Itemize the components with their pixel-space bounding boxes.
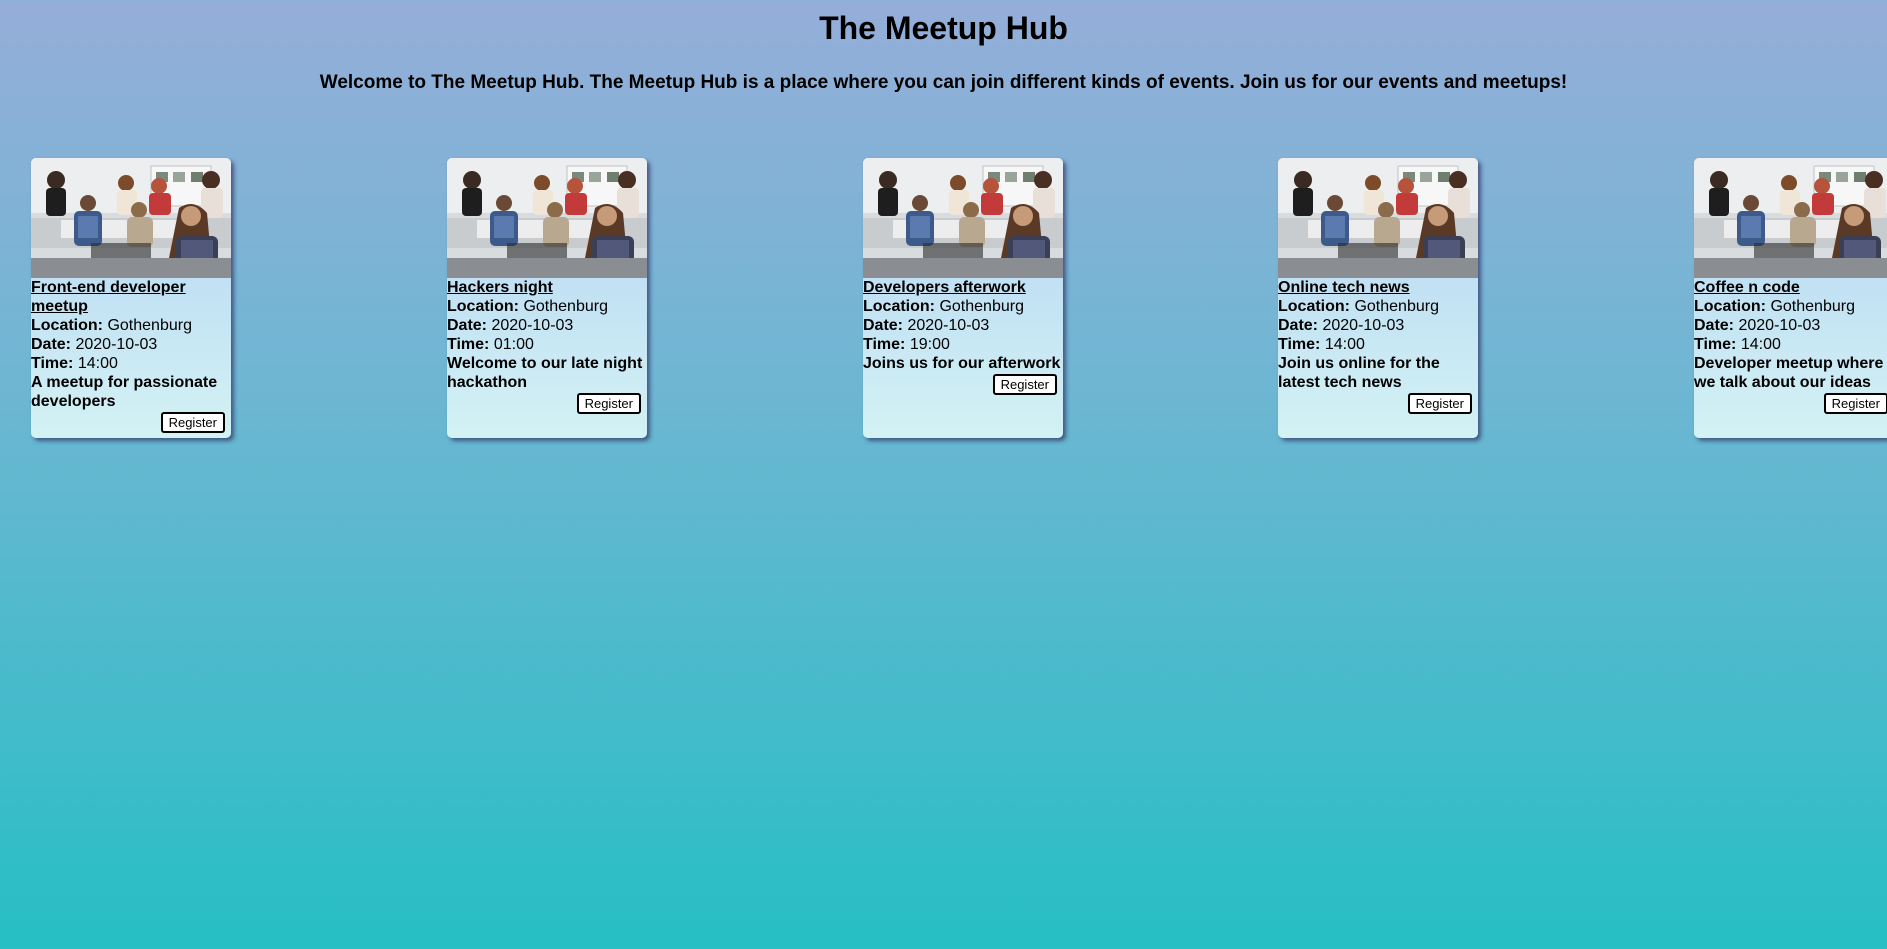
time-value: 14:00 xyxy=(77,355,118,372)
event-time: Time: 14:00 xyxy=(1278,335,1478,354)
location-value: Gothenburg xyxy=(107,317,192,334)
event-time: Time: 19:00 xyxy=(863,335,1063,354)
date-value: 2020-10-03 xyxy=(1738,317,1821,334)
event-time: Time: 14:00 xyxy=(1694,335,1887,354)
time-value: 01:00 xyxy=(493,336,534,353)
event-photo xyxy=(1694,158,1887,278)
event-time: Time: 14:00 xyxy=(31,354,231,373)
intro-text: Welcome to The Meetup Hub. The Meetup Hu… xyxy=(319,72,1568,93)
date-value: 2020-10-03 xyxy=(491,317,574,334)
time-label: Time: xyxy=(31,355,74,372)
location-value: Gothenburg xyxy=(1770,298,1855,315)
event-photo xyxy=(1278,158,1478,278)
location-value: Gothenburg xyxy=(1354,298,1439,315)
event-date: Date: 2020-10-03 xyxy=(447,316,647,335)
event-time: Time: 01:00 xyxy=(447,335,647,354)
event-photo xyxy=(447,158,647,278)
date-label: Date: xyxy=(31,336,72,353)
location-value: Gothenburg xyxy=(523,298,608,315)
register-button[interactable]: Register xyxy=(576,393,641,414)
event-card: Online tech news Location: Gothenburg Da… xyxy=(1278,158,1478,438)
register-button[interactable]: Register xyxy=(1823,393,1887,414)
time-value: 19:00 xyxy=(909,336,950,353)
event-date: Date: 2020-10-03 xyxy=(1278,316,1478,335)
event-description: Join us online for the latest tech news xyxy=(1278,355,1440,391)
event-photo xyxy=(863,158,1063,278)
event-location: Location: Gothenburg xyxy=(863,297,1063,316)
event-card: Hackers night Location: Gothenburg Date:… xyxy=(447,158,647,438)
location-value: Gothenburg xyxy=(939,298,1024,315)
date-value: 2020-10-03 xyxy=(1322,317,1405,334)
page-title: The Meetup Hub xyxy=(819,10,1068,46)
event-description: A meetup for passionate developers xyxy=(31,374,218,410)
event-list: Front-end developer meetup Location: Got… xyxy=(0,158,1887,448)
event-title-link[interactable]: Coffee n code xyxy=(1694,278,1887,297)
time-value: 14:00 xyxy=(1740,336,1781,353)
event-date: Date: 2020-10-03 xyxy=(31,335,231,354)
location-label: Location: xyxy=(1694,298,1766,315)
time-label: Time: xyxy=(1278,336,1321,353)
event-location: Location: Gothenburg xyxy=(31,316,231,335)
event-description: Joins us for our afterwork xyxy=(863,355,1061,372)
date-label: Date: xyxy=(1278,317,1319,334)
time-label: Time: xyxy=(447,336,490,353)
event-location: Location: Gothenburg xyxy=(1694,297,1887,316)
event-title-link[interactable]: Developers afterwork xyxy=(863,278,1063,297)
event-date: Date: 2020-10-03 xyxy=(863,316,1063,335)
event-location: Location: Gothenburg xyxy=(447,297,647,316)
event-card: Coffee n code Location: Gothenburg Date:… xyxy=(1694,158,1887,438)
event-title-link[interactable]: Hackers night xyxy=(447,278,647,297)
event-card: Front-end developer meetup Location: Got… xyxy=(31,158,231,438)
location-label: Location: xyxy=(1278,298,1350,315)
register-button[interactable]: Register xyxy=(160,412,225,433)
event-photo xyxy=(31,158,231,278)
date-label: Date: xyxy=(863,317,904,334)
register-button[interactable]: Register xyxy=(1407,393,1472,414)
register-button[interactable]: Register xyxy=(992,374,1057,395)
date-value: 2020-10-03 xyxy=(75,336,158,353)
date-value: 2020-10-03 xyxy=(907,317,990,334)
event-title-link[interactable]: Online tech news xyxy=(1278,278,1478,297)
time-label: Time: xyxy=(863,336,906,353)
location-label: Location: xyxy=(863,298,935,315)
event-description: Developer meetup where we talk about our… xyxy=(1694,355,1884,391)
event-card: Developers afterwork Location: Gothenbur… xyxy=(863,158,1063,438)
event-location: Location: Gothenburg xyxy=(1278,297,1478,316)
event-title-link[interactable]: Front-end developer meetup xyxy=(31,278,231,316)
date-label: Date: xyxy=(1694,317,1735,334)
time-label: Time: xyxy=(1694,336,1737,353)
event-description: Welcome to our late night hackathon xyxy=(447,355,643,391)
location-label: Location: xyxy=(447,298,519,315)
event-date: Date: 2020-10-03 xyxy=(1694,316,1887,335)
date-label: Date: xyxy=(447,317,488,334)
time-value: 14:00 xyxy=(1324,336,1365,353)
location-label: Location: xyxy=(31,317,103,334)
